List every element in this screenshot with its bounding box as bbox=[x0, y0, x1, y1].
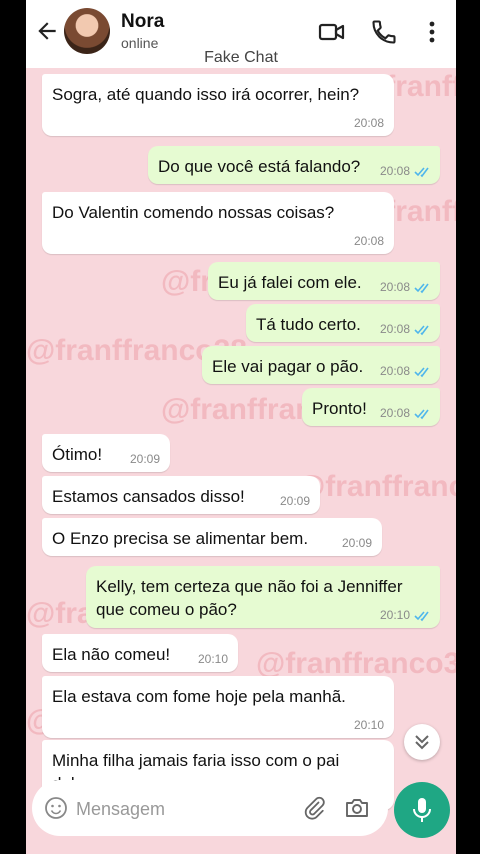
read-ticks-icon bbox=[414, 611, 429, 622]
message-time: 20:10 bbox=[379, 608, 410, 622]
incoming-message[interactable]: O Enzo precisa se alimentar bem. 20:09 bbox=[42, 518, 382, 556]
outgoing-message[interactable]: Tá tudo certo. 20:08 bbox=[246, 304, 440, 342]
read-ticks-icon bbox=[414, 283, 429, 294]
emoji-icon[interactable] bbox=[44, 796, 68, 820]
message-time: 20:08 bbox=[379, 322, 410, 336]
message-time: 20:10 bbox=[197, 652, 228, 666]
message-text: Kelly, tem certeza que não foi a Jenniff… bbox=[96, 577, 403, 619]
double-chevron-down-icon bbox=[415, 735, 429, 750]
message-time: 20:08 bbox=[379, 406, 410, 420]
message-text: Pronto! bbox=[312, 399, 367, 418]
read-ticks-icon bbox=[414, 409, 429, 420]
message-time: 20:08 bbox=[379, 280, 410, 294]
message-time: 20:08 bbox=[379, 164, 410, 178]
app-title: Fake Chat bbox=[204, 49, 278, 66]
camera-icon[interactable] bbox=[344, 796, 370, 820]
contact-name[interactable]: Nora bbox=[121, 11, 164, 33]
incoming-message[interactable]: Ela não comeu! 20:10 bbox=[42, 634, 238, 672]
voice-record-button[interactable] bbox=[394, 782, 450, 838]
message-time: 20:09 bbox=[129, 452, 160, 466]
outgoing-message[interactable]: Ele vai pagar o pão. 20:08 bbox=[202, 346, 440, 384]
outgoing-message[interactable]: Eu já falei com ele. 20:08 bbox=[208, 262, 440, 300]
message-time: 20:08 bbox=[353, 116, 384, 130]
read-ticks-icon bbox=[414, 325, 429, 336]
avatar[interactable] bbox=[64, 8, 110, 54]
message-text: Ela não comeu! bbox=[52, 645, 171, 664]
message-text: Ótimo! bbox=[52, 445, 103, 464]
message-text: Do que você está falando? bbox=[158, 157, 361, 176]
message-text: Do Valentin comendo nossas coisas? bbox=[52, 203, 335, 222]
message-composer bbox=[32, 780, 388, 836]
message-text: O Enzo precisa se alimentar bem. bbox=[52, 529, 309, 548]
outgoing-message[interactable]: Pronto! 20:08 bbox=[302, 388, 440, 426]
message-time: 20:09 bbox=[341, 536, 372, 550]
message-time: 20:08 bbox=[379, 364, 410, 378]
watermark: @franffranco38 bbox=[296, 470, 456, 503]
outgoing-message[interactable]: Kelly, tem certeza que não foi a Jenniff… bbox=[86, 566, 440, 628]
incoming-message[interactable]: Ela estava com fome hoje pela manhã. 20:… bbox=[42, 676, 394, 738]
message-time: 20:09 bbox=[279, 494, 310, 508]
video-call-icon[interactable] bbox=[318, 18, 346, 46]
message-time: 20:10 bbox=[353, 718, 384, 732]
message-text: Ele vai pagar o pão. bbox=[212, 357, 364, 376]
scroll-to-bottom-button[interactable] bbox=[404, 724, 440, 760]
message-text: Estamos cansados disso! bbox=[52, 487, 245, 506]
outgoing-message[interactable]: Do que você está falando? 20:08 bbox=[148, 146, 440, 184]
message-text: Tá tudo certo. bbox=[256, 315, 361, 334]
message-input[interactable] bbox=[74, 792, 278, 826]
read-ticks-icon bbox=[414, 367, 429, 378]
more-options-icon[interactable] bbox=[420, 18, 444, 46]
message-text: Ela estava com fome hoje pela manhã. bbox=[52, 687, 346, 706]
incoming-message[interactable]: Ótimo! 20:09 bbox=[42, 434, 170, 472]
back-arrow-icon[interactable] bbox=[34, 18, 60, 44]
incoming-message[interactable]: Do Valentin comendo nossas coisas? 20:08 bbox=[42, 192, 394, 254]
message-text: Eu já falei com ele. bbox=[218, 273, 362, 292]
incoming-message[interactable]: Sogra, até quando isso irá ocorrer, hein… bbox=[42, 74, 394, 136]
phone-call-icon[interactable] bbox=[370, 18, 398, 46]
chat-screen: Nora online Fake Chat @franffranco38 @fr… bbox=[26, 0, 456, 854]
paperclip-icon[interactable] bbox=[302, 796, 326, 820]
message-text: Sogra, até quando isso irá ocorrer, hein… bbox=[52, 85, 360, 104]
message-time: 20:08 bbox=[353, 234, 384, 248]
read-ticks-icon bbox=[414, 167, 429, 178]
microphone-icon bbox=[413, 798, 431, 822]
incoming-message[interactable]: Estamos cansados disso! 20:09 bbox=[42, 476, 320, 514]
